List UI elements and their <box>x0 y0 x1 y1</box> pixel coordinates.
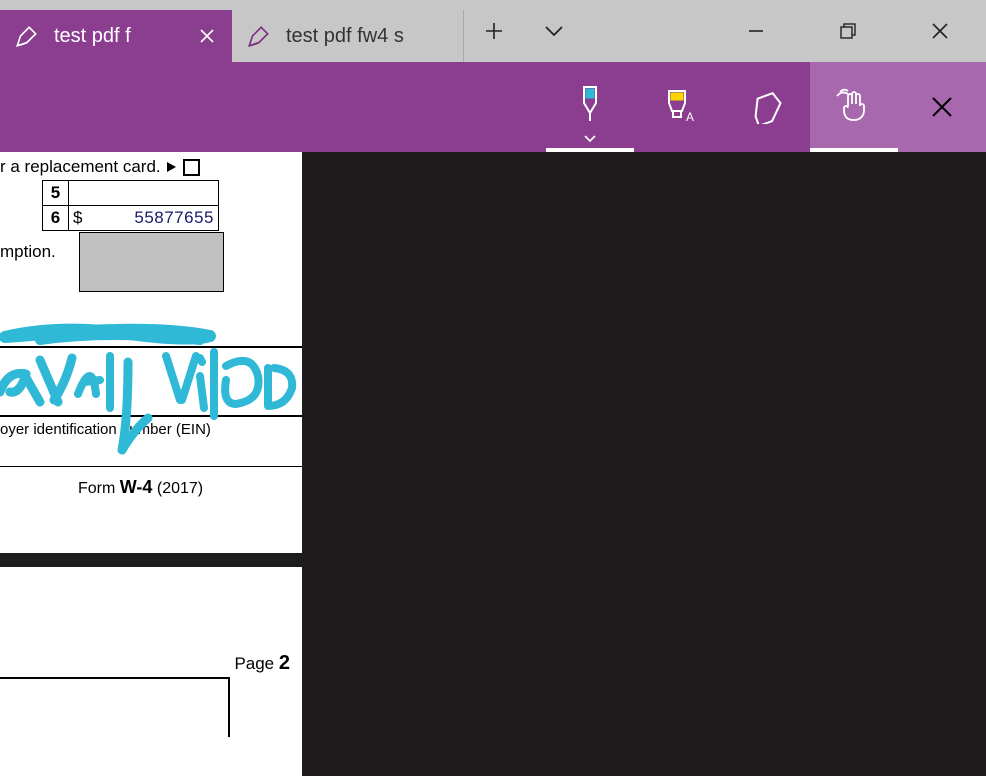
pdf-page-1: r a replacement card. 5 6 $ 55877655 mpt… <box>0 152 302 553</box>
form-footer: Form W-4 (2017) <box>78 477 203 498</box>
form-year: (2017) <box>152 480 203 497</box>
window-minimize-button[interactable] <box>710 0 802 62</box>
rule-line <box>0 346 302 348</box>
window-close-button[interactable] <box>894 0 986 62</box>
triangle-right-icon <box>165 161 177 173</box>
row-number: 5 <box>43 181 69 206</box>
highlighter-tool-button[interactable]: A <box>634 62 722 152</box>
ballpoint-pen-icon <box>573 83 607 127</box>
checkbox[interactable] <box>183 159 200 176</box>
tab-close-button[interactable] <box>196 25 218 47</box>
new-tab-button[interactable] <box>464 0 524 62</box>
svg-text:A: A <box>686 110 694 124</box>
replacement-card-text: r a replacement card. <box>0 157 200 177</box>
browser-tab-inactive[interactable]: test pdf fw4 s <box>232 10 464 62</box>
page-number: 2 <box>279 652 290 674</box>
touch-hand-icon <box>834 86 874 124</box>
dollar-sign: $ <box>73 208 82 228</box>
window-restore-button[interactable] <box>802 0 894 62</box>
restore-icon <box>839 22 857 40</box>
eraser-icon <box>747 90 785 124</box>
form-name: W-4 <box>120 477 153 497</box>
pdf-page-2: Page 2 <box>0 567 302 776</box>
row5-amount-cell <box>69 181 219 206</box>
shaded-box <box>79 232 224 292</box>
titlebar-spacer <box>584 0 710 62</box>
ink-toolbar: A <box>0 62 986 152</box>
amount-value: 55877655 <box>134 208 214 228</box>
page-label: Page 2 <box>234 652 290 675</box>
text-fragment: Form <box>78 480 120 497</box>
ein-label: oyer identification number (EIN) <box>0 421 211 438</box>
tab-title: test pdf fw4 s <box>286 25 449 48</box>
chevron-down-icon <box>583 134 597 144</box>
text-fragment: r a replacement card. <box>0 157 161 177</box>
eraser-tool-button[interactable] <box>722 62 810 152</box>
rule-line <box>0 466 302 467</box>
highlighter-icon: A <box>660 87 696 127</box>
minimize-icon <box>747 22 765 40</box>
tab-list-button[interactable] <box>524 0 584 62</box>
row-number: 6 <box>43 206 69 231</box>
rule-line <box>0 415 302 417</box>
close-icon <box>199 28 215 44</box>
close-ink-toolbar-button[interactable] <box>898 62 986 152</box>
pen-tool-button[interactable] <box>546 62 634 152</box>
chevron-down-icon <box>544 24 564 38</box>
tab-title: test pdf f <box>54 25 188 48</box>
plus-icon <box>484 21 504 41</box>
row6-amount-cell: $ 55877655 <box>69 206 219 231</box>
pen-nib-icon <box>14 23 40 49</box>
close-icon <box>931 22 949 40</box>
pen-nib-icon <box>246 23 272 49</box>
text-fragment: mption. <box>0 242 56 262</box>
touch-writing-button[interactable] <box>810 62 898 152</box>
pdf-viewport[interactable]: r a replacement card. 5 6 $ 55877655 mpt… <box>0 152 986 776</box>
form-table: 5 6 $ 55877655 <box>42 180 219 231</box>
title-bar: test pdf f test pdf fw4 s <box>0 0 986 62</box>
browser-tab-active[interactable]: test pdf f <box>0 10 232 62</box>
text-fragment: Page <box>234 654 278 673</box>
close-icon <box>930 95 954 119</box>
form-box <box>0 677 230 737</box>
